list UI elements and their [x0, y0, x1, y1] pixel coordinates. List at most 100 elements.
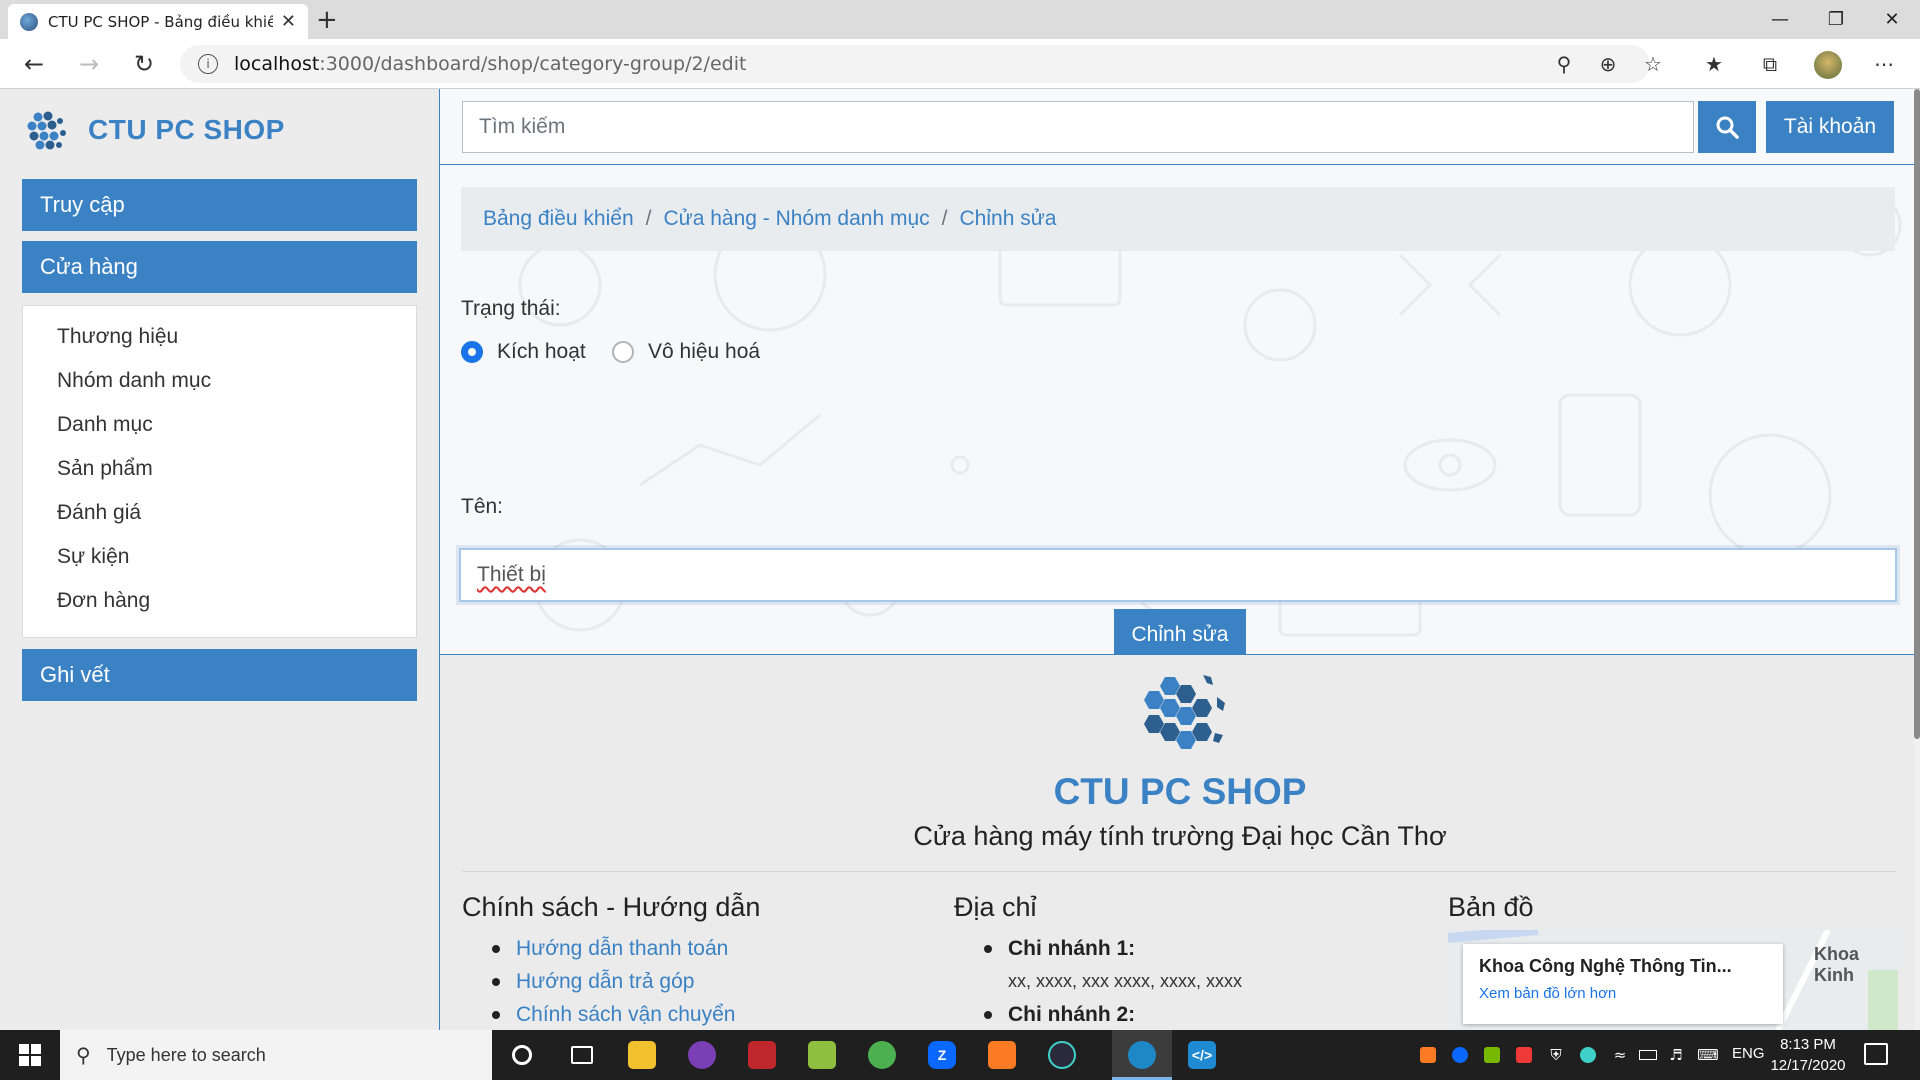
footer-rule — [462, 871, 1896, 872]
zalo-icon[interactable]: Z — [912, 1030, 972, 1080]
taskbar-search-input[interactable]: ⚲ Type here to search — [60, 1030, 492, 1080]
battery-icon[interactable] — [1636, 1043, 1660, 1067]
policy-link-shipping[interactable]: Chính sách vận chuyển — [462, 998, 760, 1030]
shop-logo-icon — [27, 111, 66, 150]
policy-link-installment[interactable]: Hướng dẫn trả góp — [462, 965, 760, 998]
name-label: Tên: — [461, 495, 504, 518]
status-active-label: Kích hoạt — [497, 340, 586, 363]
wifi-icon[interactable]: ≈ — [1608, 1043, 1632, 1067]
branch-1-label: Chi nhánh 1: — [954, 932, 1242, 965]
close-window-icon[interactable]: ✕ — [1864, 0, 1920, 39]
radio-checked-icon[interactable] — [461, 341, 483, 363]
site-info-icon[interactable]: i — [198, 54, 218, 74]
key-icon[interactable]: ⚲ — [1548, 48, 1580, 80]
tray-zalo-icon[interactable] — [1448, 1043, 1472, 1067]
search-icon: ⚲ — [76, 1044, 91, 1067]
edit-submit-button[interactable]: Chỉnh sửa — [1114, 609, 1246, 654]
embedded-map[interactable]: Khoa Công Nghệ Thông Tin... Xem bản đồ l… — [1448, 930, 1898, 1030]
status-active-radio[interactable]: Kích hoạt — [461, 340, 586, 364]
submenu-products[interactable]: Sản phẩm — [57, 457, 153, 481]
github-desktop-icon[interactable] — [672, 1030, 732, 1080]
file-explorer-icon[interactable] — [612, 1030, 672, 1080]
menu-shop-button[interactable]: Cửa hàng — [22, 241, 417, 293]
submenu-brands[interactable]: Thương hiệu — [57, 325, 178, 349]
breadcrumb: Bảng điều khiển / Cửa hàng - Nhóm danh m… — [461, 187, 1895, 251]
zoom-icon[interactable]: ⊕ — [1592, 48, 1624, 80]
xampp-icon[interactable] — [972, 1030, 1032, 1080]
url-path: :3000/dashboard/shop/category-group/2/ed… — [319, 53, 747, 75]
map-nearby-label: Khoa Kinh — [1814, 944, 1859, 985]
breadcrumb-dashboard[interactable]: Bảng điều khiển — [483, 207, 634, 231]
volume-icon[interactable]: ♬ — [1664, 1043, 1688, 1067]
language-indicator[interactable]: ENG — [1732, 1045, 1765, 1062]
map-larger-link[interactable]: Xem bản đồ lớn hơn — [1479, 985, 1767, 1002]
tray-nox-icon[interactable] — [1576, 1043, 1600, 1067]
tray-shield-icon[interactable]: ⛨ — [1544, 1043, 1568, 1067]
scrollbar-thumb[interactable] — [1914, 89, 1920, 739]
favorite-star-icon[interactable]: ☆ — [1637, 48, 1669, 80]
footer-shop-name: CTU PC SHOP — [1053, 771, 1307, 812]
more-menu-icon[interactable]: ⋯ — [1868, 48, 1900, 80]
cortana-icon[interactable] — [492, 1030, 552, 1080]
minimize-icon[interactable]: — — [1752, 0, 1808, 39]
windows-logo-icon — [19, 1044, 41, 1066]
restore-icon[interactable]: ❐ — [1808, 0, 1864, 39]
taskbar-clock[interactable]: 8:13 PM 12/17/2020 — [1770, 1034, 1846, 1076]
brand[interactable]: CTU PC SHOP — [22, 107, 285, 153]
vscode-icon[interactable]: </> — [1172, 1030, 1232, 1080]
submenu-orders[interactable]: Đơn hàng — [57, 589, 150, 613]
new-tab-icon[interactable]: + — [316, 5, 338, 35]
status-disabled-radio[interactable]: Vô hiệu hoá — [612, 340, 760, 364]
app-green-icon[interactable] — [852, 1030, 912, 1080]
collections-icon[interactable]: ⧉ — [1754, 48, 1786, 80]
nox-icon[interactable] — [1032, 1030, 1092, 1080]
search-input[interactable]: Tìm kiếm — [462, 101, 1694, 153]
keyboard-icon[interactable]: ⌨ — [1696, 1043, 1720, 1067]
tray-nvidia-icon[interactable] — [1480, 1043, 1504, 1067]
garena-icon[interactable] — [732, 1030, 792, 1080]
page-scrollbar[interactable] — [1914, 89, 1920, 1030]
branch-2-label: Chi nhánh 2: — [954, 998, 1242, 1030]
footer: CTU PC SHOP Cửa hàng máy tính trường Đại… — [440, 655, 1920, 1030]
forward-icon[interactable]: → — [73, 48, 105, 80]
search-button[interactable] — [1698, 101, 1756, 153]
task-view-icon[interactable] — [552, 1030, 612, 1080]
radio-unchecked-icon[interactable] — [612, 341, 634, 363]
menu-log-button[interactable]: Ghi vết — [22, 649, 417, 701]
notification-center-icon[interactable] — [1864, 1043, 1888, 1065]
tab-title: CTU PC SHOP - Bảng điều khiển — [48, 12, 273, 31]
menu-access-button[interactable]: Truy cập — [22, 179, 417, 231]
map-place-card: Khoa Công Nghệ Thông Tin... Xem bản đồ l… — [1463, 944, 1783, 1024]
sidebar: CTU PC SHOP Truy cập Cửa hàng Thương hiệ… — [0, 89, 440, 1030]
reload-icon[interactable]: ↻ — [128, 48, 160, 80]
submenu-events[interactable]: Sự kiện — [57, 545, 129, 569]
breadcrumb-shop-category-group[interactable]: Cửa hàng - Nhóm danh mục — [663, 207, 929, 231]
back-icon[interactable]: ← — [18, 48, 50, 80]
favorites-icon[interactable]: ★ — [1698, 48, 1730, 80]
footer-tagline: Cửa hàng máy tính trường Đại học Cần Thơ — [913, 821, 1447, 851]
edge-icon[interactable] — [1112, 1030, 1172, 1080]
tray-vivaldi-icon[interactable] — [1512, 1043, 1536, 1067]
top-search-bar: Tìm kiếm Tài khoản — [462, 101, 1904, 153]
profile-avatar[interactable] — [1814, 51, 1842, 79]
start-button[interactable] — [0, 1030, 60, 1080]
submenu-categories[interactable]: Danh mục — [57, 413, 153, 437]
name-input[interactable]: Thiết bị — [459, 548, 1897, 602]
account-button[interactable]: Tài khoản — [1766, 101, 1894, 153]
policy-title: Chính sách - Hướng dẫn — [462, 892, 761, 922]
browser-tab[interactable]: CTU PC SHOP - Bảng điều khiển ✕ — [8, 4, 308, 39]
address-column: Địa chỉ Chi nhánh 1: xx, xxxx, xxx xxxx,… — [954, 892, 1242, 1030]
policy-column: Chính sách - Hướng dẫn Hướng dẫn thanh t… — [462, 892, 760, 1030]
tray-xampp-icon[interactable] — [1416, 1043, 1440, 1067]
address-bar[interactable]: i localhost :3000/dashboard/shop/categor… — [180, 45, 1650, 83]
submenu-reviews[interactable]: Đánh giá — [57, 501, 141, 525]
close-tab-icon[interactable]: ✕ — [281, 11, 296, 32]
breadcrumb-edit: Chỉnh sửa — [959, 207, 1057, 230]
breadcrumb-separator: / — [645, 207, 652, 230]
submenu-category-groups[interactable]: Nhóm danh mục — [57, 369, 211, 393]
app-chart-icon[interactable] — [792, 1030, 852, 1080]
browser-tab-bar: CTU PC SHOP - Bảng điều khiển ✕ + — ❐ ✕ — [0, 0, 1920, 39]
map-column: Bản đồ — [1448, 892, 1534, 923]
policy-link-payment[interactable]: Hướng dẫn thanh toán — [462, 932, 760, 965]
status-disabled-label: Vô hiệu hoá — [648, 340, 761, 363]
